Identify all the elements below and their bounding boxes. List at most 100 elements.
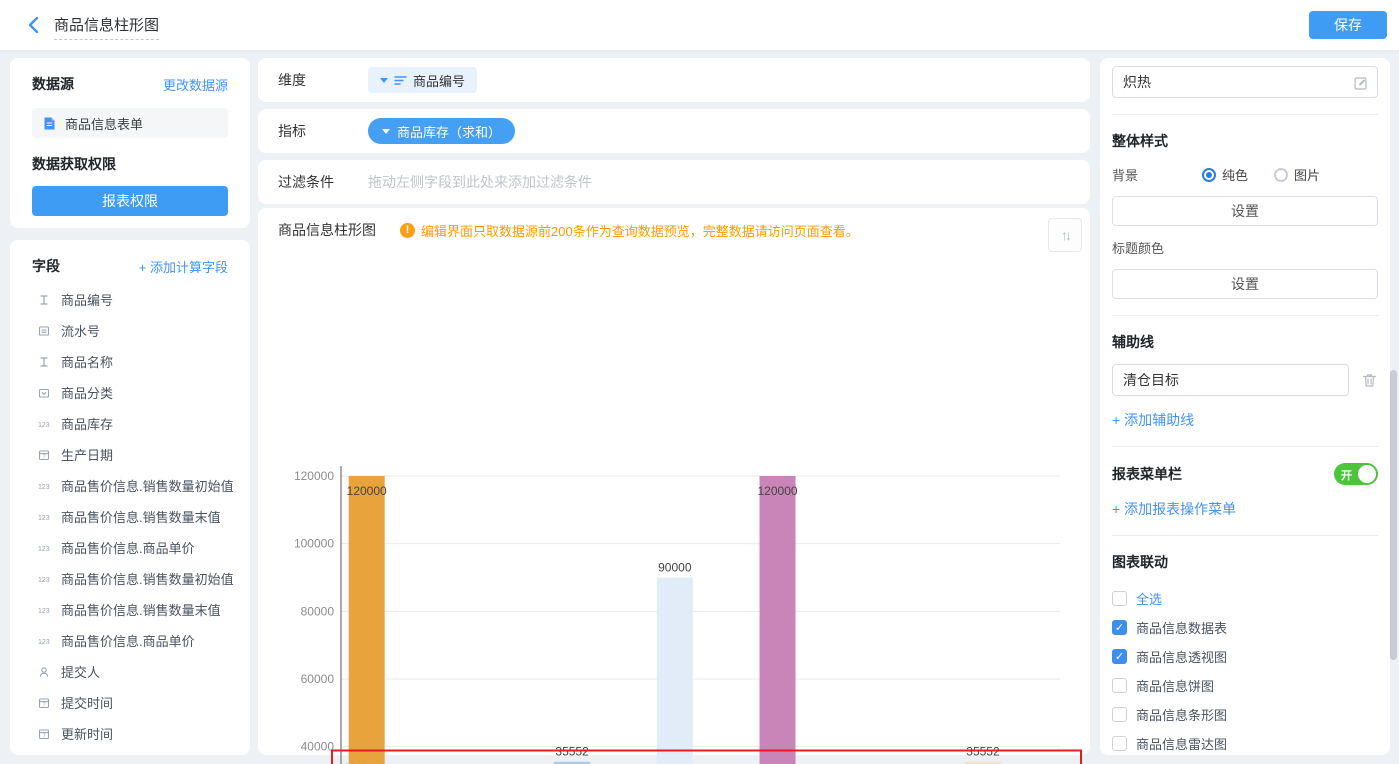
field-item[interactable]: 商品编号: [10, 284, 250, 315]
linkage-checkbox[interactable]: 商品信息条形图: [1112, 700, 1378, 729]
chart-panel: 商品信息柱形图 ! 编辑界面只取数据源前200条作为查询数据预览，完整数据请访问…: [258, 208, 1090, 755]
add-calc-field-link[interactable]: + 添加计算字段: [139, 257, 228, 276]
field-label: 更新时间: [61, 724, 113, 743]
metric-pill[interactable]: 商品库存（求和）: [368, 118, 515, 144]
field-item[interactable]: 123商品售价信息.销售数量初始值: [10, 563, 250, 594]
svg-text:7: 7: [43, 733, 46, 739]
field-item[interactable]: 流水号: [10, 315, 250, 346]
field-item[interactable]: 提交人: [10, 656, 250, 687]
bar-00006[interactable]: [760, 476, 796, 764]
svg-text:120000: 120000: [347, 484, 387, 498]
checkbox-icon[interactable]: [1112, 678, 1127, 693]
preview-warning: ! 编辑界面只取数据源前200条作为查询数据预览，完整数据请访问页面查看。: [400, 221, 859, 240]
dimension-pill[interactable]: 商品编号: [368, 67, 477, 93]
add-aux-line-link[interactable]: + 添加辅助线: [1112, 410, 1194, 430]
serial-icon: [36, 324, 52, 338]
linkage-checkbox[interactable]: 商品信息雷达图: [1112, 729, 1378, 755]
number-icon: 123: [36, 634, 52, 648]
svg-text:90000: 90000: [658, 561, 692, 575]
page-title[interactable]: 商品信息柱形图: [54, 14, 159, 40]
field-item[interactable]: 123 商品售价信息.销售数量末值: [10, 501, 250, 532]
datasource-item[interactable]: 商品信息表单: [32, 108, 228, 138]
aux-line-name-input[interactable]: 清仓目标: [1112, 364, 1349, 396]
checkbox-label: 商品信息饼图: [1136, 676, 1214, 695]
bg-solid-label: 纯色: [1222, 165, 1248, 184]
field-item[interactable]: 123商品售价信息.商品单价: [10, 532, 250, 563]
field-item[interactable]: 7 更新时间: [10, 718, 250, 749]
select-all-checkbox[interactable]: 全选: [1112, 584, 1378, 613]
bg-image-radio[interactable]: 图片: [1274, 165, 1320, 184]
trash-icon[interactable]: [1361, 372, 1378, 389]
filter-dropzone[interactable]: 拖动左侧字段到此处来添加过滤条件: [368, 172, 592, 192]
fields-title: 字段: [32, 256, 60, 276]
bar-chart: 0200004000060000800001000001200001200005…: [258, 428, 1090, 764]
bar-555[interactable]: [349, 476, 385, 764]
checkbox-checked-icon[interactable]: [1112, 649, 1127, 664]
change-datasource-link[interactable]: 更改数据源: [163, 75, 228, 94]
svg-text:123: 123: [38, 484, 50, 491]
bg-image-label: 图片: [1294, 165, 1320, 184]
report-menu-toggle[interactable]: 开: [1334, 463, 1378, 485]
toggle-knob: [1358, 465, 1376, 483]
svg-text:123: 123: [38, 546, 50, 553]
person-icon: [36, 665, 52, 679]
field-item[interactable]: 123商品售价信息.商品单价: [10, 625, 250, 656]
overall-style-title: 整体样式: [1112, 131, 1378, 151]
text-icon: [36, 293, 52, 307]
checkbox-icon[interactable]: [1112, 707, 1127, 722]
background-set-button[interactable]: 设置: [1112, 196, 1378, 226]
field-item[interactable]: 123商品售价信息.销售数量末值: [10, 594, 250, 625]
warning-text: 编辑界面只取数据源前200条作为查询数据预览，完整数据请访问页面查看。: [421, 221, 859, 240]
radio-icon: [1202, 168, 1216, 182]
linkage-checkbox[interactable]: 商品信息透视图: [1112, 642, 1378, 671]
linkage-checkbox[interactable]: 商品信息数据表: [1112, 613, 1378, 642]
bar-00009[interactable]: [657, 578, 693, 764]
checkbox-label: 全选: [1136, 589, 1162, 608]
field-item[interactable]: 7生产日期: [10, 439, 250, 470]
linkage-checkbox[interactable]: 商品信息饼图: [1112, 671, 1378, 700]
svg-text:40000: 40000: [301, 740, 335, 754]
title-color-set-button[interactable]: 设置: [1112, 269, 1378, 299]
linkage-list: 全选商品信息数据表商品信息透视图商品信息饼图商品信息条形图商品信息雷达图: [1112, 584, 1378, 755]
field-label: 商品名称: [61, 352, 113, 371]
chart-title: 商品信息柱形图: [268, 220, 376, 240]
title-color-label: 标题颜色: [1112, 238, 1378, 257]
date-icon: 7: [36, 448, 52, 462]
field-item[interactable]: 123商品售价信息.销售数量初始值: [10, 470, 250, 501]
number-icon: 123: [36, 479, 52, 493]
filter-row: 过滤条件 拖动左侧字段到此处来添加过滤条件: [258, 160, 1090, 204]
metric-label: 指标: [268, 121, 368, 141]
save-button[interactable]: 保存: [1309, 11, 1387, 39]
svg-text:100000: 100000: [294, 537, 334, 551]
checkbox-icon[interactable]: [1112, 591, 1127, 606]
datasource-title: 数据源: [32, 74, 74, 94]
page-scrollbar-thumb[interactable]: [1390, 370, 1397, 660]
field-label: 商品分类: [61, 383, 113, 402]
datasource-panel: 数据源 更改数据源 商品信息表单 数据获取权限 报表权限: [10, 58, 250, 228]
metric-row: 指标 商品库存（求和）: [258, 109, 1090, 153]
field-item[interactable]: 商品名称: [10, 346, 250, 377]
toggle-on-label: 开: [1341, 467, 1352, 483]
checkbox-checked-icon[interactable]: [1112, 620, 1127, 635]
field-list: 商品编号流水号商品名称商品分类123商品库存7生产日期123商品售价信息.销售数…: [10, 284, 250, 749]
field-item[interactable]: 商品分类: [10, 377, 250, 408]
sort-button[interactable]: ↑↓: [1048, 218, 1082, 252]
field-item[interactable]: 123商品库存: [10, 408, 250, 439]
bg-solid-radio[interactable]: 纯色: [1202, 165, 1248, 184]
report-permission-button[interactable]: 报表权限: [32, 186, 228, 216]
datasource-name: 商品信息表单: [65, 114, 143, 133]
field-item[interactable]: 7提交时间: [10, 687, 250, 718]
back-icon[interactable]: [24, 14, 46, 36]
topbar: 商品信息柱形图 保存: [0, 0, 1399, 50]
svg-text:123: 123: [38, 577, 50, 584]
chart-name-input[interactable]: 炽热: [1112, 66, 1378, 98]
field-label: 商品售价信息.销售数量末值: [61, 507, 221, 526]
svg-text:123: 123: [38, 515, 50, 522]
checkbox-icon[interactable]: [1112, 736, 1127, 751]
select-icon: [36, 386, 52, 400]
field-label: 提交人: [61, 662, 100, 681]
add-report-menu-link[interactable]: + 添加报表操作菜单: [1112, 499, 1236, 519]
chart-name-value: 炽热: [1123, 72, 1151, 92]
edit-icon[interactable]: [1353, 75, 1369, 91]
field-label: 商品编号: [61, 290, 113, 309]
